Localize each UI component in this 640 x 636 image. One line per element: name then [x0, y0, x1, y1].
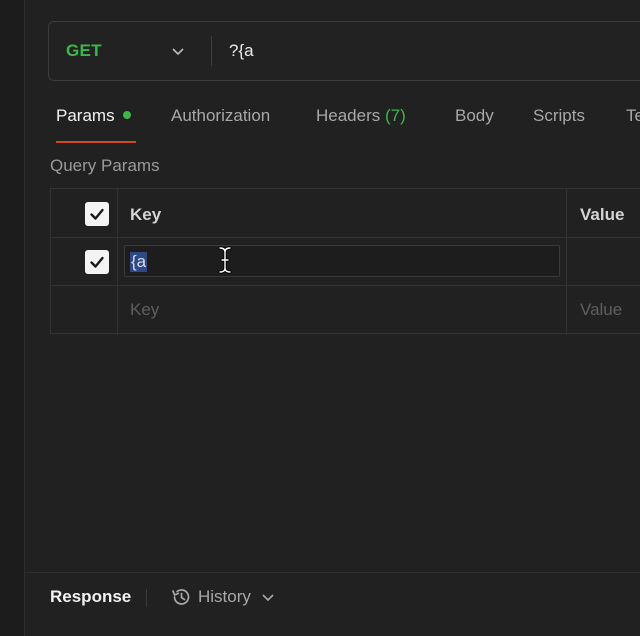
- method-label: GET: [66, 41, 102, 60]
- param-key-input[interactable]: {a: [124, 245, 560, 277]
- response-tab[interactable]: Response: [50, 587, 131, 607]
- table-row: {a: [51, 238, 640, 286]
- tab-tests-label: Te: [626, 106, 640, 125]
- tab-scripts[interactable]: Scripts: [533, 106, 585, 126]
- new-param-row: Key Value: [51, 286, 640, 334]
- url-input[interactable]: [229, 38, 629, 64]
- tab-headers[interactable]: Headers (7): [316, 106, 406, 126]
- value-column-header: Value: [580, 205, 625, 224]
- tab-params-label: Params: [56, 106, 115, 125]
- query-params-title: Query Params: [50, 156, 160, 175]
- params-active-dot-icon: [122, 111, 131, 119]
- column-divider: [117, 189, 118, 335]
- history-label: History: [198, 587, 251, 606]
- select-all-checkbox[interactable]: [85, 202, 109, 226]
- tab-body-label: Body: [455, 106, 494, 125]
- active-tab-underline: [56, 141, 136, 143]
- tab-headers-label: Headers: [316, 106, 381, 125]
- text-cursor-icon: [218, 246, 232, 274]
- tab-headers-count: (7): [385, 106, 406, 125]
- tab-tests[interactable]: Te: [626, 106, 640, 126]
- key-column-header: Key: [130, 205, 162, 224]
- bottom-divider: [146, 589, 147, 607]
- checkmark-icon: [90, 208, 104, 220]
- tab-authorization[interactable]: Authorization: [171, 106, 270, 126]
- tab-authorization-label: Authorization: [171, 106, 271, 125]
- column-divider: [566, 189, 567, 335]
- row-enabled-checkbox[interactable]: [85, 250, 109, 274]
- table-header-row: Key Value: [51, 189, 640, 238]
- query-params-table: Key Value {a Key Value: [50, 188, 640, 335]
- method-selector[interactable]: GET: [49, 22, 211, 80]
- history-button[interactable]: History: [170, 583, 281, 611]
- new-key-input[interactable]: Key: [130, 300, 159, 320]
- tab-body[interactable]: Body: [455, 106, 494, 126]
- selected-key-text: {a: [130, 252, 148, 272]
- url-divider: [211, 36, 212, 66]
- left-sidebar-rail: [0, 0, 25, 636]
- tab-scripts-label: Scripts: [533, 106, 585, 125]
- bottom-panel-bar: Response History: [25, 572, 640, 636]
- new-value-input[interactable]: Value: [580, 300, 622, 320]
- chevron-down-icon: [172, 48, 184, 56]
- tab-params[interactable]: Params: [56, 106, 131, 126]
- request-tabs: Params Authorization Headers (7) Body Sc…: [0, 100, 640, 144]
- chevron-down-icon: [262, 594, 274, 602]
- checkmark-icon: [90, 256, 104, 268]
- history-icon: [172, 589, 190, 605]
- request-url-bar: GET: [48, 21, 640, 81]
